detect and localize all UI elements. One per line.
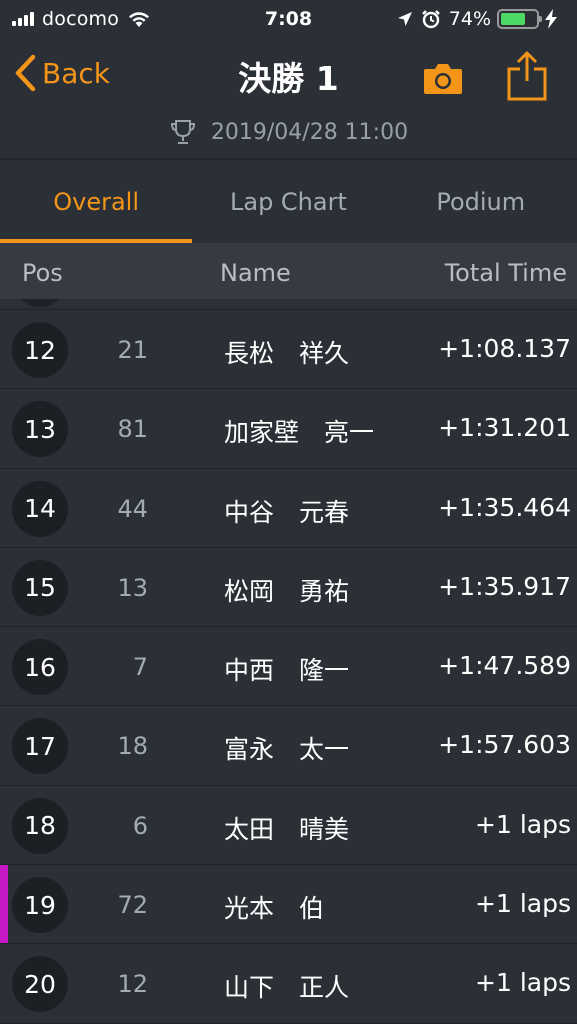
- share-icon: [507, 51, 547, 101]
- position-badge: 12: [12, 322, 68, 378]
- position-badge: 17: [12, 718, 68, 775]
- results-list[interactable]: 12 21 長松 祥久 +1:08.137 13 81 加家壁 亮一 +1:31.201 14 4…: [0, 299, 577, 1024]
- column-total-time: Total Time: [444, 259, 567, 287]
- status-bar: docomo 7:08 74%: [0, 0, 577, 38]
- event-datetime-row: 2019/04/28 11:00: [0, 115, 577, 149]
- alarm-clock-icon: [421, 10, 440, 29]
- results-column-header: Pos Name Total Time: [0, 243, 577, 299]
- racer-name: 長松 祥久: [224, 339, 350, 368]
- battery-icon: [497, 9, 542, 29]
- racer-number: 7: [132, 653, 148, 682]
- total-time: +1:31.201: [438, 413, 571, 443]
- position-badge: 13: [12, 401, 68, 458]
- position-badge: 20: [12, 956, 68, 1013]
- page-title: 決勝 1: [238, 59, 339, 98]
- table-row[interactable]: 18 6 太田 晴美 +1 laps: [0, 786, 577, 866]
- table-row[interactable]: 15 13 松岡 勇祐 +1:35.917: [0, 548, 577, 628]
- tab-overall[interactable]: Overall: [0, 160, 193, 243]
- table-row[interactable]: 19 72 光本 伯 +1 laps: [0, 865, 577, 945]
- table-row[interactable]: 17 18 富永 太一 +1:57.603: [0, 706, 577, 786]
- table-row[interactable]: 12 21 長松 祥久 +1:08.137: [0, 310, 577, 390]
- share-button[interactable]: [506, 50, 548, 106]
- racer-name: 太田 晴美: [224, 814, 350, 844]
- event-datetime: 2019/04/28 11:00: [210, 119, 409, 145]
- column-name: Name: [220, 259, 291, 287]
- racer-number: 13: [117, 573, 148, 602]
- racer-name: 富永 太一: [224, 735, 350, 765]
- total-time: +1:35.464: [438, 492, 571, 522]
- charging-bolt-icon: [545, 9, 557, 29]
- racer-name: 山下 正人: [224, 973, 350, 1003]
- segment-tabs: Overall Lap Chart Podium: [0, 160, 577, 243]
- table-row-partial: [0, 299, 577, 310]
- table-row[interactable]: 20 12 山下 正人 +1 laps: [0, 944, 577, 1024]
- tab-podium[interactable]: Podium: [385, 160, 577, 243]
- racer-name: 中谷 元春: [224, 497, 350, 527]
- camera-icon: [424, 64, 462, 94]
- racer-name: 松岡 勇祐: [224, 576, 350, 606]
- racer-number: 72: [117, 891, 148, 920]
- position-badge: 18: [12, 797, 68, 854]
- total-time: +1 laps: [475, 968, 571, 998]
- column-pos: Pos: [22, 259, 63, 287]
- table-row[interactable]: 16 7 中西 隆一 +1:47.589: [0, 627, 577, 707]
- highlight-marker: [0, 865, 8, 944]
- total-time: +1 laps: [475, 889, 571, 919]
- tab-lap-chart[interactable]: Lap Chart: [192, 160, 384, 243]
- racer-number: 18: [117, 732, 148, 761]
- total-time: +1 laps: [475, 809, 571, 839]
- navigation-bar: Back 決勝 1: [0, 38, 577, 118]
- position-badge-partial: [12, 299, 68, 307]
- racer-number: 44: [117, 494, 148, 523]
- location-arrow-icon: [397, 12, 412, 26]
- status-right: 74%: [397, 8, 565, 30]
- racer-number: 21: [117, 336, 148, 364]
- total-time: +1:08.137: [438, 334, 571, 363]
- position-badge: 14: [12, 480, 68, 537]
- racer-number: 12: [117, 970, 148, 999]
- total-time: +1:57.603: [438, 730, 571, 760]
- battery-percent: 74%: [448, 8, 491, 30]
- racer-name: 光本 伯: [224, 894, 325, 924]
- total-time: +1:47.589: [438, 651, 571, 681]
- table-row[interactable]: 13 81 加家壁 亮一 +1:31.201: [0, 389, 577, 469]
- camera-button[interactable]: [423, 60, 463, 100]
- total-time: +1:35.917: [438, 571, 571, 601]
- racer-number: 81: [117, 415, 148, 444]
- racer-name: 中西 隆一: [224, 656, 350, 686]
- racer-number: 6: [132, 811, 148, 840]
- position-badge: 15: [12, 559, 68, 616]
- racer-name: 加家壁 亮一: [224, 418, 375, 448]
- position-badge: 16: [12, 639, 68, 696]
- position-badge: 19: [12, 877, 68, 934]
- trophy-icon: [170, 120, 195, 144]
- table-row[interactable]: 14 44 中谷 元春 +1:35.464: [0, 469, 577, 548]
